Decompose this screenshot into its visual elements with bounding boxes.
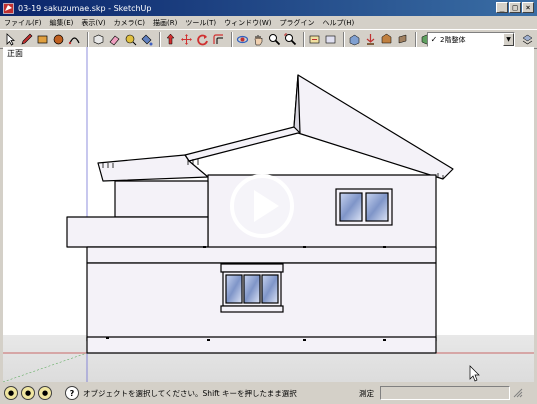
previous-view-icon[interactable] [308, 33, 321, 46]
resize-grip-icon[interactable] [513, 388, 523, 398]
iso-view-icon[interactable] [348, 33, 361, 46]
toolbar-separator [231, 31, 233, 47]
upper-roof [184, 74, 454, 180]
move-tool-icon[interactable] [180, 33, 193, 46]
balcony-wall [114, 180, 209, 218]
tape-measure-icon[interactable] [124, 33, 137, 46]
zoom-extents-icon[interactable] [284, 33, 297, 46]
menu-view[interactable]: 表示(V) [81, 18, 105, 28]
maximize-button[interactable]: □ [509, 2, 521, 13]
menu-tools[interactable]: ツール(T) [185, 18, 216, 28]
credits-icon[interactable]: ● [21, 386, 35, 400]
status-bar: ● ● ● ? オブジェクトを選択してください。Shift キーを押したまま選択… [0, 382, 537, 404]
layer-visible-check: ✓ [430, 35, 438, 44]
push-pull-icon[interactable] [164, 33, 177, 46]
make-component-icon[interactable] [92, 33, 105, 46]
measurement-label: 測定 [359, 388, 374, 398]
mouse-cursor-icon [469, 365, 480, 382]
rectangle-tool-icon[interactable] [36, 33, 49, 46]
close-button[interactable]: × [522, 2, 534, 13]
chevron-down-icon[interactable]: ▼ [503, 33, 514, 46]
pencil-tool-icon[interactable] [20, 33, 33, 46]
menu-window[interactable]: ウィンドウ(W) [224, 18, 271, 28]
toolbar-separator [87, 31, 89, 47]
toolbar-separator [303, 31, 305, 47]
arc-tool-icon[interactable] [68, 33, 81, 46]
orbit-tool-icon[interactable] [236, 33, 249, 46]
menu-camera[interactable]: カメラ(C) [114, 18, 145, 28]
balcony-slab [66, 216, 209, 248]
origin-dotted-line [3, 352, 88, 382]
toolbar-separator [159, 31, 161, 47]
layer-current-value: 2階整体 [440, 35, 466, 44]
top-view-icon[interactable] [364, 33, 377, 46]
eraser-tool-icon[interactable] [108, 33, 121, 46]
sketchup-app-icon [3, 2, 14, 14]
menu-edit[interactable]: 編集(E) [50, 18, 74, 28]
right-view-icon[interactable] [396, 33, 409, 46]
pan-tool-icon[interactable] [252, 33, 265, 46]
toolbar-separator [343, 31, 345, 47]
front-view-icon[interactable] [380, 33, 393, 46]
help-icon[interactable]: ? [65, 386, 79, 400]
minimize-button[interactable]: _ [496, 2, 508, 13]
paint-bucket-icon[interactable] [140, 33, 153, 46]
status-message: オブジェクトを選択してください。Shift キーを押したまま選択 [83, 388, 297, 398]
user-icon[interactable]: ● [38, 386, 52, 400]
offset-tool-icon[interactable] [212, 33, 225, 46]
zoom-tool-icon[interactable] [268, 33, 281, 46]
menu-plugins[interactable]: プラグイン [279, 18, 314, 28]
layer-manager-icon[interactable] [521, 33, 534, 46]
menu-file[interactable]: ファイル(F) [4, 18, 42, 28]
geolocation-icon[interactable]: ● [4, 386, 18, 400]
toolbar-separator [415, 31, 417, 47]
scene-view-label: 正面 [7, 49, 23, 58]
rotate-tool-icon[interactable] [196, 33, 209, 46]
title-bar: 03-19 sakuzumae.skp - SketchUp _ □ × [0, 0, 537, 16]
menu-bar: ファイル(F) 編集(E) 表示(V) カメラ(C) 描画(R) ツール(T) … [0, 16, 537, 29]
lower-window[interactable] [220, 263, 284, 313]
window-title: 03-19 sakuzumae.skp - SketchUp [18, 3, 152, 13]
next-view-icon[interactable] [324, 33, 337, 46]
play-icon[interactable] [229, 173, 295, 239]
select-tool-icon[interactable] [4, 32, 17, 46]
drawing-viewport[interactable]: 正面 [3, 47, 534, 382]
menu-draw[interactable]: 描画(R) [153, 18, 177, 28]
circle-tool-icon[interactable] [52, 33, 65, 46]
floor-band [86, 246, 437, 264]
layer-dropdown[interactable]: ✓ 2階整体 ▼ [427, 32, 515, 47]
menu-help[interactable]: ヘルプ(H) [322, 18, 354, 28]
measurement-input[interactable] [380, 386, 510, 400]
upper-window[interactable] [335, 188, 393, 226]
